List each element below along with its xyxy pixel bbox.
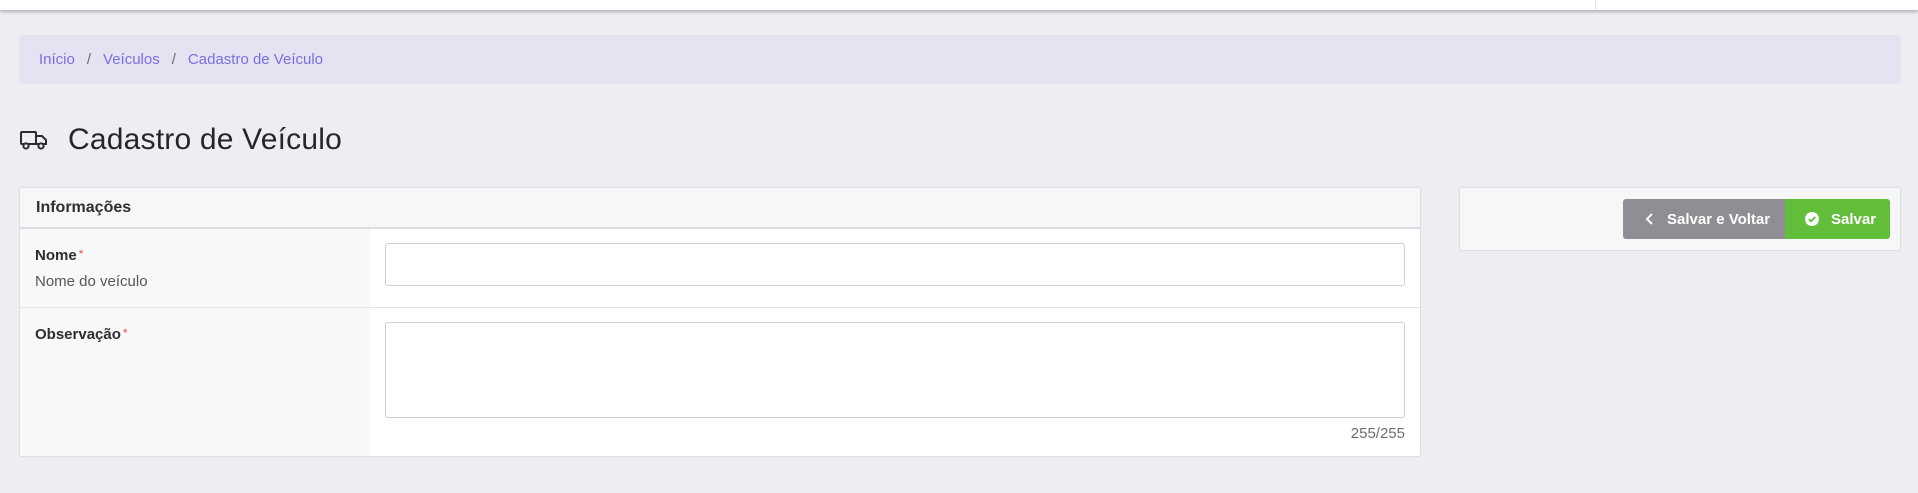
form-row-observacao: Observação * 255/255	[20, 308, 1420, 456]
nome-label: Nome	[35, 247, 77, 264]
observacao-textarea[interactable]	[385, 322, 1405, 418]
observacao-label-cell: Observação *	[20, 308, 370, 456]
char-counter: 255/255	[1350, 425, 1405, 442]
save-and-back-button[interactable]: Salvar e Voltar	[1623, 199, 1785, 239]
check-circle-icon	[1805, 212, 1819, 226]
observacao-label: Observação	[35, 326, 121, 343]
save-button[interactable]: Salvar	[1785, 199, 1890, 239]
top-navbar	[0, 0, 1918, 10]
nome-label-cell: Nome * Nome do veículo	[20, 229, 370, 307]
card-title: Informações	[20, 188, 1420, 229]
navbar-divider	[1595, 0, 1596, 10]
nome-field-cell	[370, 229, 1420, 307]
breadcrumb-inicio[interactable]: Início	[39, 51, 75, 68]
form-row-nome: Nome * Nome do veículo	[20, 229, 1420, 308]
page-header: Cadastro de Veículo	[20, 120, 342, 160]
save-and-back-label: Salvar e Voltar	[1667, 210, 1771, 228]
breadcrumb-cadastro-veiculo[interactable]: Cadastro de Veículo	[188, 51, 323, 68]
observacao-field-cell: 255/255	[370, 308, 1420, 456]
actions-card: Salvar e Voltar Salvar	[1459, 187, 1901, 251]
required-mark: *	[122, 326, 128, 340]
breadcrumb: Início / Veículos / Cadastro de Veículo	[19, 35, 1901, 84]
breadcrumb-separator: /	[86, 51, 92, 68]
breadcrumb-veiculos[interactable]: Veículos	[103, 51, 160, 68]
truck-icon	[20, 131, 47, 150]
breadcrumb-separator: /	[171, 51, 176, 68]
page-title: Cadastro de Veículo	[68, 123, 342, 156]
nome-input[interactable]	[385, 243, 1405, 286]
chevron-left-icon	[1645, 212, 1655, 226]
required-mark: *	[78, 247, 84, 261]
save-label: Salvar	[1831, 210, 1877, 228]
info-card: Informações Nome * Nome do veículo Observ…	[19, 187, 1421, 457]
nome-hint: Nome do veículo	[35, 273, 148, 290]
